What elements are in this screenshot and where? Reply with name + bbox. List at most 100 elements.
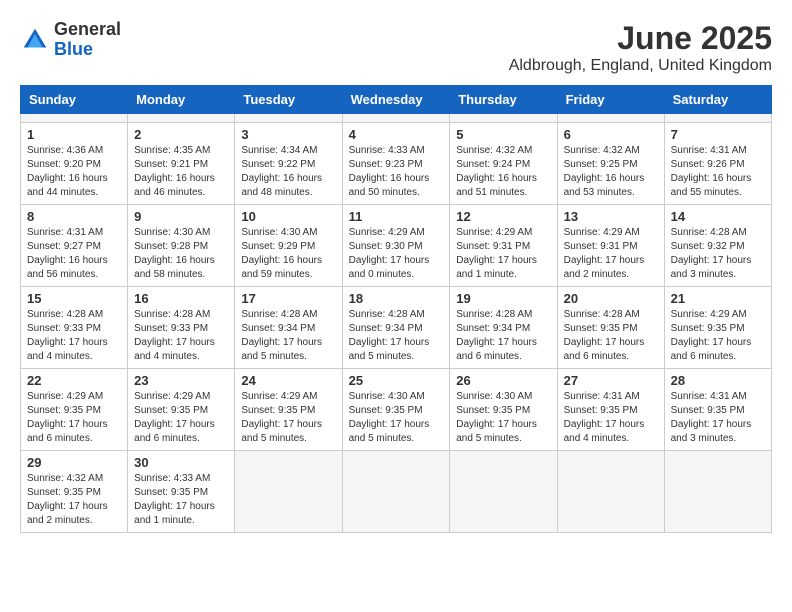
day-info: Sunrise: 4:29 AM Sunset: 9:35 PM Dayligh… <box>134 390 228 446</box>
day-info: Sunrise: 4:30 AM Sunset: 9:35 PM Dayligh… <box>349 390 444 446</box>
calendar-day-empty <box>557 451 664 533</box>
day-info: Sunrise: 4:28 AM Sunset: 9:34 PM Dayligh… <box>241 308 335 364</box>
day-number: 11 <box>349 209 444 224</box>
day-number: 5 <box>456 127 550 142</box>
calendar-day-empty <box>557 114 664 123</box>
location-title: Aldbrough, England, United Kingdom <box>509 57 772 75</box>
day-number: 26 <box>456 373 550 388</box>
calendar-day-empty <box>342 451 450 533</box>
calendar-day-25: 25 Sunrise: 4:30 AM Sunset: 9:35 PM Dayli… <box>342 369 450 451</box>
day-number: 19 <box>456 291 550 306</box>
calendar-day-26: 26 Sunrise: 4:30 AM Sunset: 9:35 PM Dayli… <box>450 369 557 451</box>
day-info: Sunrise: 4:33 AM Sunset: 9:35 PM Dayligh… <box>134 472 228 528</box>
calendar-day-empty <box>235 114 342 123</box>
day-number: 3 <box>241 127 335 142</box>
calendar-day-2: 2Sunrise: 4:35 AM Sunset: 9:21 PM Daylig… <box>128 123 235 205</box>
calendar-day-3: 3 Sunrise: 4:34 AM Sunset: 9:22 PM Daylig… <box>235 123 342 205</box>
day-info: Sunrise: 4:30 AM Sunset: 9:29 PM Dayligh… <box>241 226 335 282</box>
day-info: Sunrise: 4:28 AM Sunset: 9:33 PM Dayligh… <box>134 308 228 364</box>
day-info: Sunrise: 4:29 AM Sunset: 9:35 PM Dayligh… <box>671 308 765 364</box>
calendar-day-empty <box>450 114 557 123</box>
weekday-header-tuesday: Tuesday <box>235 86 342 114</box>
day-info: Sunrise: 4:36 AM Sunset: 9:20 PM Dayligh… <box>27 144 121 200</box>
calendar-day-9: 9 Sunrise: 4:30 AM Sunset: 9:28 PM Daylig… <box>128 205 235 287</box>
day-info: Sunrise: 4:29 AM Sunset: 9:35 PM Dayligh… <box>27 390 121 446</box>
calendar-week-row: 22 Sunrise: 4:29 AM Sunset: 9:35 PM Dayli… <box>21 369 772 451</box>
weekday-header-sunday: Sunday <box>21 86 128 114</box>
day-number: 21 <box>671 291 765 306</box>
day-info: Sunrise: 4:29 AM Sunset: 9:31 PM Dayligh… <box>564 226 658 282</box>
calendar-day-21: 21 Sunrise: 4:29 AM Sunset: 9:35 PM Dayli… <box>664 287 771 369</box>
day-number: 27 <box>564 373 658 388</box>
day-number: 22 <box>27 373 121 388</box>
day-number: 20 <box>564 291 658 306</box>
calendar-day-27: 27 Sunrise: 4:31 AM Sunset: 9:35 PM Dayli… <box>557 369 664 451</box>
day-number: 25 <box>349 373 444 388</box>
weekday-header-thursday: Thursday <box>450 86 557 114</box>
calendar-week-row: 15 Sunrise: 4:28 AM Sunset: 9:33 PM Dayli… <box>21 287 772 369</box>
calendar-week-row: 1Sunrise: 4:36 AM Sunset: 9:20 PM Daylig… <box>21 123 772 205</box>
calendar-day-8: 8 Sunrise: 4:31 AM Sunset: 9:27 PM Daylig… <box>21 205 128 287</box>
day-info: Sunrise: 4:30 AM Sunset: 9:35 PM Dayligh… <box>456 390 550 446</box>
day-info: Sunrise: 4:31 AM Sunset: 9:26 PM Dayligh… <box>671 144 765 200</box>
calendar-table: SundayMondayTuesdayWednesdayThursdayFrid… <box>20 85 772 533</box>
day-info: Sunrise: 4:29 AM Sunset: 9:30 PM Dayligh… <box>349 226 444 282</box>
calendar-day-6: 6 Sunrise: 4:32 AM Sunset: 9:25 PM Daylig… <box>557 123 664 205</box>
weekday-header-wednesday: Wednesday <box>342 86 450 114</box>
day-number: 9 <box>134 209 228 224</box>
calendar-day-15: 15 Sunrise: 4:28 AM Sunset: 9:33 PM Dayli… <box>21 287 128 369</box>
header: General Blue June 2025 Aldbrough, Englan… <box>20 20 772 75</box>
calendar-day-23: 23 Sunrise: 4:29 AM Sunset: 9:35 PM Dayli… <box>128 369 235 451</box>
calendar-day-13: 13 Sunrise: 4:29 AM Sunset: 9:31 PM Dayli… <box>557 205 664 287</box>
day-info: Sunrise: 4:32 AM Sunset: 9:35 PM Dayligh… <box>27 472 121 528</box>
day-number: 17 <box>241 291 335 306</box>
calendar-day-22: 22 Sunrise: 4:29 AM Sunset: 9:35 PM Dayli… <box>21 369 128 451</box>
calendar-day-19: 19 Sunrise: 4:28 AM Sunset: 9:34 PM Dayli… <box>450 287 557 369</box>
day-info: Sunrise: 4:32 AM Sunset: 9:25 PM Dayligh… <box>564 144 658 200</box>
day-number: 7 <box>671 127 765 142</box>
day-number: 10 <box>241 209 335 224</box>
day-info: Sunrise: 4:28 AM Sunset: 9:34 PM Dayligh… <box>349 308 444 364</box>
day-number: 30 <box>134 455 228 470</box>
day-number: 6 <box>564 127 658 142</box>
calendar-day-30: 30 Sunrise: 4:33 AM Sunset: 9:35 PM Dayli… <box>128 451 235 533</box>
logo-blue-label: Blue <box>54 40 121 60</box>
calendar-day-17: 17 Sunrise: 4:28 AM Sunset: 9:34 PM Dayli… <box>235 287 342 369</box>
calendar-day-empty <box>342 114 450 123</box>
calendar-day-12: 12Sunrise: 4:29 AM Sunset: 9:31 PM Dayli… <box>450 205 557 287</box>
day-number: 12 <box>456 209 550 224</box>
calendar-day-empty <box>21 114 128 123</box>
logo-icon <box>20 25 50 55</box>
day-number: 24 <box>241 373 335 388</box>
day-info: Sunrise: 4:28 AM Sunset: 9:32 PM Dayligh… <box>671 226 765 282</box>
day-info: Sunrise: 4:33 AM Sunset: 9:23 PM Dayligh… <box>349 144 444 200</box>
day-number: 8 <box>27 209 121 224</box>
calendar-day-empty <box>664 451 771 533</box>
day-info: Sunrise: 4:28 AM Sunset: 9:33 PM Dayligh… <box>27 308 121 364</box>
title-area: June 2025 Aldbrough, England, United Kin… <box>509 20 772 75</box>
day-info: Sunrise: 4:31 AM Sunset: 9:27 PM Dayligh… <box>27 226 121 282</box>
day-info: Sunrise: 4:30 AM Sunset: 9:28 PM Dayligh… <box>134 226 228 282</box>
calendar-day-18: 18Sunrise: 4:28 AM Sunset: 9:34 PM Dayli… <box>342 287 450 369</box>
day-number: 15 <box>27 291 121 306</box>
day-info: Sunrise: 4:31 AM Sunset: 9:35 PM Dayligh… <box>564 390 658 446</box>
month-title: June 2025 <box>509 20 772 57</box>
calendar-day-4: 4 Sunrise: 4:33 AM Sunset: 9:23 PM Daylig… <box>342 123 450 205</box>
day-number: 13 <box>564 209 658 224</box>
weekday-header-friday: Friday <box>557 86 664 114</box>
day-number: 28 <box>671 373 765 388</box>
day-number: 23 <box>134 373 228 388</box>
logo: General Blue <box>20 20 121 60</box>
calendar-day-empty <box>664 114 771 123</box>
day-number: 4 <box>349 127 444 142</box>
calendar-day-empty <box>235 451 342 533</box>
logo-general-label: General <box>54 20 121 40</box>
calendar-day-29: 29Sunrise: 4:32 AM Sunset: 9:35 PM Dayli… <box>21 451 128 533</box>
day-info: Sunrise: 4:29 AM Sunset: 9:35 PM Dayligh… <box>241 390 335 446</box>
day-info: Sunrise: 4:28 AM Sunset: 9:34 PM Dayligh… <box>456 308 550 364</box>
calendar-week-row: 29Sunrise: 4:32 AM Sunset: 9:35 PM Dayli… <box>21 451 772 533</box>
day-number: 16 <box>134 291 228 306</box>
logo-text: General Blue <box>54 20 121 60</box>
day-info: Sunrise: 4:34 AM Sunset: 9:22 PM Dayligh… <box>241 144 335 200</box>
calendar-day-11: 11 Sunrise: 4:29 AM Sunset: 9:30 PM Dayli… <box>342 205 450 287</box>
